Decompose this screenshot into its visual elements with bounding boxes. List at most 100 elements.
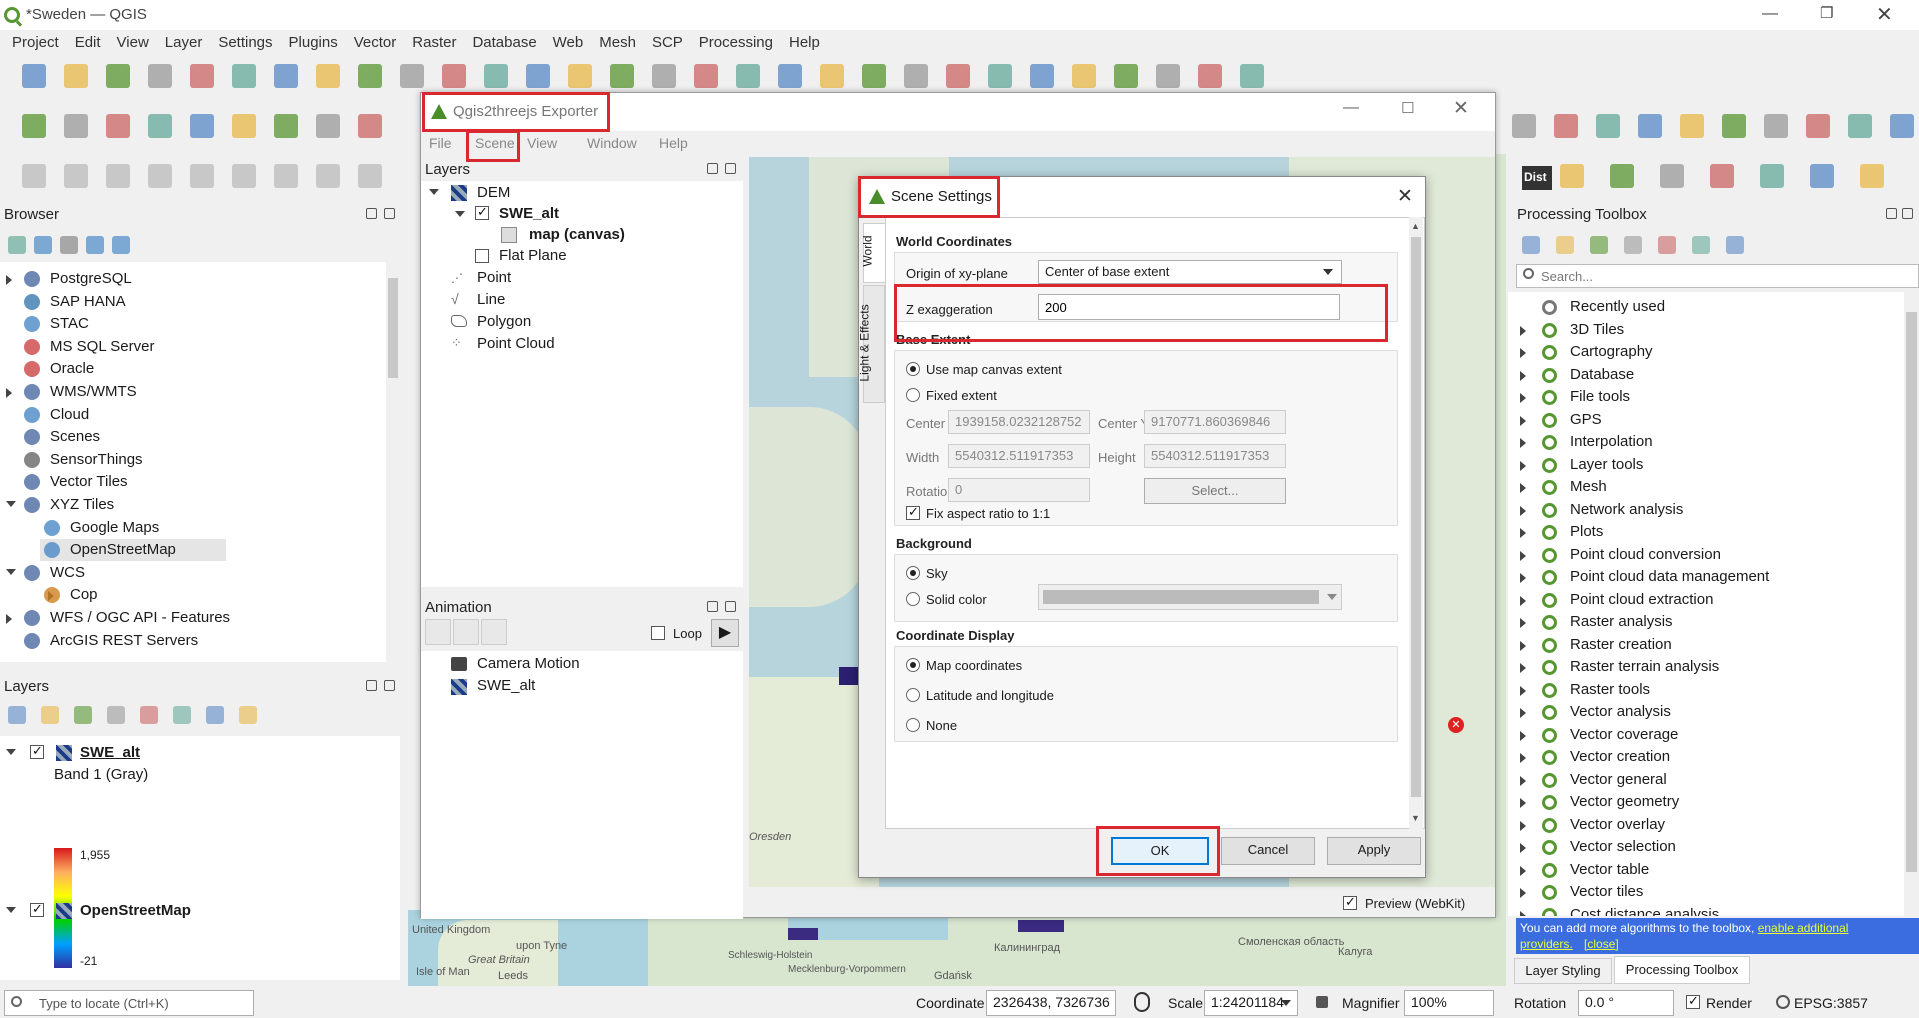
loop-checkbox[interactable] <box>651 626 665 640</box>
expand-icon[interactable] <box>6 275 12 285</box>
menu-layer[interactable]: Layer <box>157 34 211 51</box>
flat-plane-checkbox[interactable] <box>475 249 489 263</box>
expand-icon[interactable] <box>1520 820 1526 831</box>
browser-scrollbar[interactable] <box>386 262 400 662</box>
toolbar-tool-icon[interactable] <box>1512 114 1536 138</box>
layers-tool-icon[interactable] <box>140 706 158 724</box>
anim-swe-label[interactable]: SWE_alt <box>477 677 535 694</box>
search-box[interactable]: Search... <box>1516 264 1919 288</box>
expand-icon[interactable] <box>1520 618 1526 628</box>
layers-tool-icon[interactable] <box>173 706 191 724</box>
browser-item[interactable]: Cloud <box>50 406 89 423</box>
expand-icon[interactable] <box>6 388 12 398</box>
toolbar-tool-icon[interactable] <box>64 164 88 188</box>
toolbar-tool-icon[interactable] <box>820 64 844 88</box>
toolbar-tool-icon[interactable] <box>64 64 88 88</box>
processing-item[interactable]: Mesh <box>1570 478 1607 495</box>
processing-item[interactable]: File tools <box>1570 388 1630 405</box>
expand-icon[interactable] <box>1520 550 1526 561</box>
processing-tool-icon[interactable] <box>1522 236 1540 254</box>
processing-item[interactable]: Point cloud data management <box>1570 568 1769 585</box>
toolbar-tool-icon[interactable] <box>316 64 340 88</box>
menu-web[interactable]: Web <box>545 34 592 51</box>
layer-checkbox[interactable] <box>30 901 44 917</box>
exporter-menu-scene[interactable]: Scene <box>475 135 515 151</box>
dialog-close-icon[interactable]: ✕ <box>1397 185 1413 208</box>
none-radio[interactable] <box>906 718 920 732</box>
toolbar-tool-icon[interactable] <box>1198 64 1222 88</box>
browser-item[interactable]: WMS/WMTS <box>50 383 137 400</box>
lock-icon[interactable] <box>1316 996 1328 1008</box>
layer-osm[interactable]: OpenStreetMap <box>80 902 191 919</box>
processing-tool-icon[interactable] <box>1692 236 1710 254</box>
expand-icon[interactable] <box>6 749 16 755</box>
toolbar-tool-icon[interactable] <box>904 64 928 88</box>
expand-icon[interactable] <box>1520 595 1526 606</box>
processing-tool-icon[interactable] <box>1624 236 1642 254</box>
close-panel-icon[interactable] <box>384 208 395 219</box>
expand-icon[interactable] <box>1520 528 1526 538</box>
expand-icon[interactable] <box>1520 663 1526 673</box>
exporter-menu-file[interactable]: File <box>429 135 452 151</box>
proc-scrollbar[interactable] <box>1904 292 1919 916</box>
processing-item[interactable]: GPS <box>1570 411 1602 428</box>
browser-item[interactable]: MS SQL Server <box>50 338 154 355</box>
browser-item[interactable]: SensorThings <box>50 451 143 468</box>
restore-icon[interactable]: ❐ <box>1820 4 1833 22</box>
float-icon[interactable] <box>366 680 377 691</box>
exporter-menu-view[interactable]: View <box>527 135 557 151</box>
processing-item[interactable]: Cartography <box>1570 343 1653 360</box>
ok-button[interactable]: OK <box>1111 837 1209 865</box>
menu-processing[interactable]: Processing <box>691 34 781 51</box>
toolbar-tool-icon[interactable] <box>274 164 298 188</box>
expand-icon[interactable] <box>6 501 16 507</box>
expand-icon[interactable] <box>1520 730 1526 741</box>
menu-plugins[interactable]: Plugins <box>281 34 346 51</box>
toolbar-tool-icon[interactable] <box>1860 164 1884 188</box>
browser-item[interactable]: PostgreSQL <box>50 270 132 287</box>
center-x-field[interactable]: 1939158.0232128752 <box>948 410 1090 434</box>
toolbar-tool-icon[interactable] <box>232 114 256 138</box>
processing-item[interactable]: Raster creation <box>1570 636 1672 653</box>
menu-project[interactable]: Project <box>4 34 67 51</box>
browser-tool-icon[interactable] <box>34 236 52 254</box>
processing-item[interactable]: Vector coverage <box>1570 726 1678 743</box>
map-canvas-label[interactable]: map (canvas) <box>529 226 625 243</box>
close-panel-icon[interactable] <box>384 680 395 691</box>
exporter-menu-help[interactable]: Help <box>659 135 688 151</box>
menu-view[interactable]: View <box>109 34 157 51</box>
dem-label[interactable]: DEM <box>477 184 510 201</box>
magnifier-field[interactable]: 100% <box>1404 990 1494 1016</box>
processing-tool-icon[interactable] <box>1556 236 1574 254</box>
toolbar-tool-icon[interactable] <box>1638 114 1662 138</box>
map-coords-radio[interactable] <box>906 658 920 672</box>
minimize-icon[interactable]: — <box>1343 99 1359 117</box>
close-panel-icon[interactable] <box>1902 208 1913 219</box>
toolbar-tool-icon[interactable] <box>316 164 340 188</box>
toolbar-tool-icon[interactable] <box>1722 114 1746 138</box>
toolbar-tool-icon[interactable] <box>1072 64 1096 88</box>
tab-light-effects[interactable]: Light & Effects <box>858 285 885 403</box>
solid-color-radio[interactable] <box>906 592 920 606</box>
browser-tool-icon[interactable] <box>8 236 26 254</box>
map-canvas[interactable]: United Kingdom upon Tyne Great Britain I… <box>408 910 1506 986</box>
layer-checkbox[interactable] <box>30 743 44 759</box>
center-y-field[interactable]: 9170771.860369846 <box>1144 410 1286 434</box>
close-icon[interactable]: ✕ <box>1876 2 1893 27</box>
color-picker[interactable] <box>1038 584 1342 610</box>
processing-item[interactable]: Vector geometry <box>1570 793 1679 810</box>
toolbar-tool-icon[interactable] <box>1114 64 1138 88</box>
tab-layer-styling[interactable]: Layer Styling <box>1514 958 1612 984</box>
maximize-icon[interactable]: ☐ <box>1401 99 1414 117</box>
edit-keyframe-icon[interactable] <box>453 619 479 645</box>
processing-tool-icon[interactable] <box>1590 236 1608 254</box>
select-button[interactable]: Select... <box>1144 478 1286 504</box>
minimize-icon[interactable]: — <box>1762 5 1778 23</box>
toolbar-tool-icon[interactable] <box>358 64 382 88</box>
toolbar-tool-icon[interactable] <box>778 64 802 88</box>
processing-item[interactable]: Vector analysis <box>1570 703 1671 720</box>
toolbar-tool-icon[interactable] <box>442 64 466 88</box>
expand-icon[interactable] <box>1520 370 1526 381</box>
layers-tool-icon[interactable] <box>41 706 59 724</box>
processing-item[interactable]: Vector general <box>1570 771 1667 788</box>
